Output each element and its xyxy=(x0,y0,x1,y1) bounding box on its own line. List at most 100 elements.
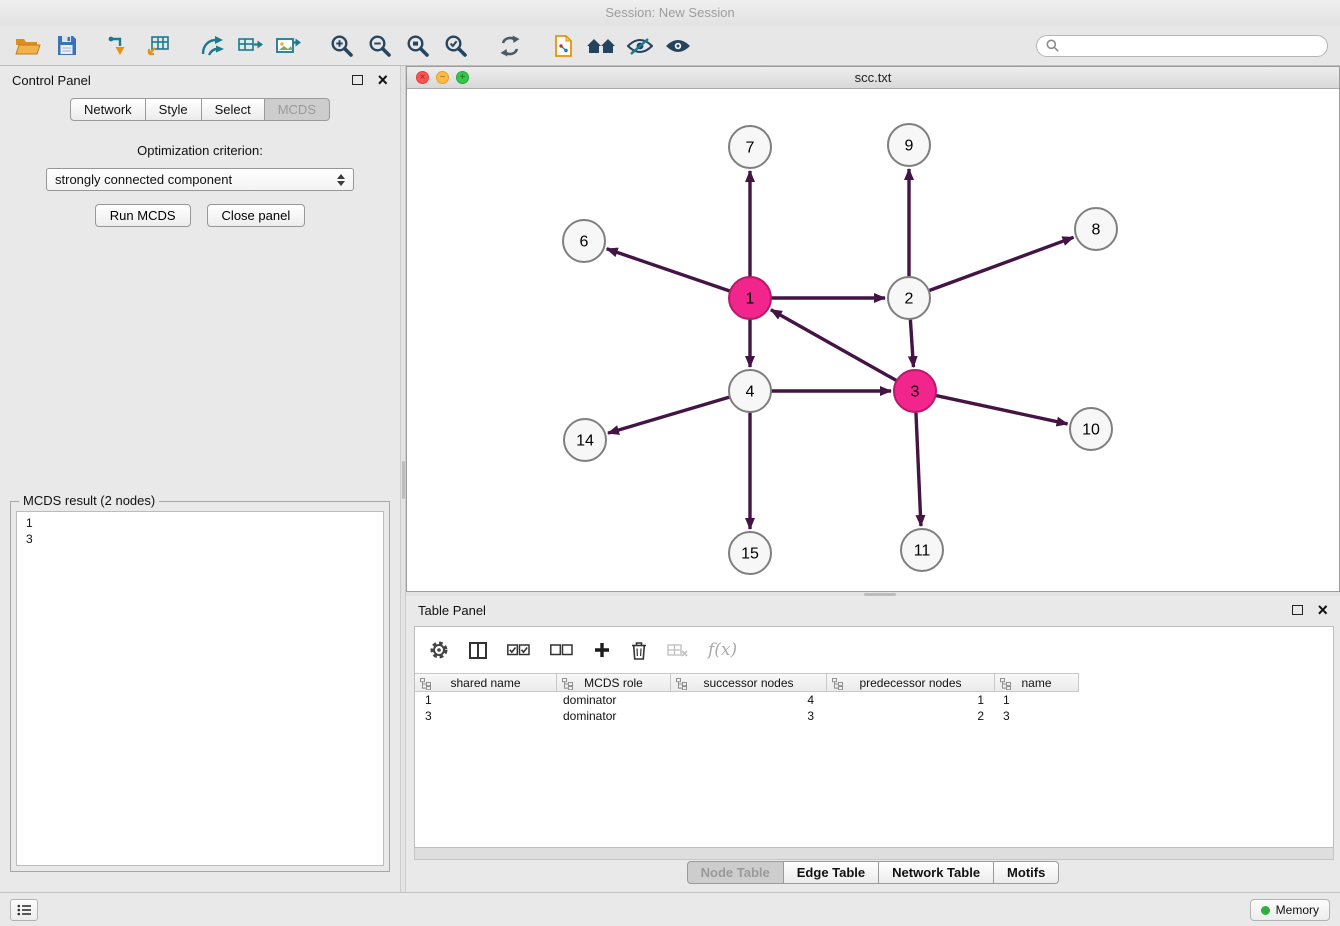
save-session-icon[interactable] xyxy=(50,30,82,62)
new-network-icon[interactable] xyxy=(196,30,228,62)
network-window-title: scc.txt xyxy=(855,70,892,85)
run-mcds-button[interactable]: Run MCDS xyxy=(95,204,191,227)
graph-node[interactable]: 8 xyxy=(1075,208,1117,250)
search-input[interactable] xyxy=(1065,39,1318,53)
function-builder-icon: f(x) xyxy=(708,640,737,660)
table-cell[interactable]: 1 xyxy=(827,693,995,707)
maximize-window-icon[interactable]: + xyxy=(456,71,469,84)
zoom-selected-icon[interactable] xyxy=(440,30,472,62)
table-cell[interactable]: 3 xyxy=(671,709,827,723)
float-panel-icon[interactable] xyxy=(352,75,363,85)
tab-network-table[interactable]: Network Table xyxy=(878,861,994,884)
search-icon xyxy=(1046,39,1059,52)
tab-mcds[interactable]: MCDS xyxy=(264,98,330,121)
table-cell[interactable]: 2 xyxy=(827,709,995,723)
mcds-result-group: MCDS result (2 nodes) 1 3 xyxy=(10,501,390,872)
graph-node[interactable]: 10 xyxy=(1070,408,1112,450)
export-table-icon[interactable] xyxy=(234,30,266,62)
graph-edge[interactable] xyxy=(771,310,899,382)
table-cell[interactable]: 3 xyxy=(995,709,1079,723)
open-session-icon[interactable] xyxy=(12,30,44,62)
style-preview-icon[interactable] xyxy=(624,30,656,62)
tab-node-table[interactable]: Node Table xyxy=(687,861,784,884)
tab-style[interactable]: Style xyxy=(145,98,202,121)
column-header-shared-name[interactable]: shared name xyxy=(415,674,557,691)
graph-edge[interactable] xyxy=(607,249,733,292)
minimize-window-icon[interactable]: − xyxy=(436,71,449,84)
mcds-result-title: MCDS result (2 nodes) xyxy=(19,493,159,508)
delete-column-trash-icon[interactable] xyxy=(631,641,647,660)
tab-motifs[interactable]: Motifs xyxy=(993,861,1059,884)
graph-edge[interactable] xyxy=(926,237,1074,291)
table-row[interactable]: 3 dominator 3 2 3 xyxy=(415,708,1333,724)
toolbar-search[interactable] xyxy=(1036,35,1328,57)
column-header-name[interactable]: name xyxy=(995,674,1079,691)
export-document-icon[interactable] xyxy=(548,30,580,62)
tab-network[interactable]: Network xyxy=(70,98,146,121)
table-cell[interactable]: 1 xyxy=(995,693,1079,707)
task-history-button[interactable] xyxy=(10,899,38,921)
table-cell[interactable]: 4 xyxy=(671,693,827,707)
graph-node-label: 7 xyxy=(746,140,755,157)
memory-button[interactable]: Memory xyxy=(1250,899,1330,921)
close-window-icon[interactable]: × xyxy=(416,71,429,84)
network-graph[interactable]: 7 9 6 8 1 2 4 3 10 14 15 11 xyxy=(407,89,1339,591)
table-settings-gear-icon[interactable] xyxy=(429,640,449,660)
show-columns-icon[interactable] xyxy=(469,642,487,659)
float-panel-icon[interactable] xyxy=(1292,605,1303,615)
zoom-in-icon[interactable] xyxy=(326,30,358,62)
attribute-icon xyxy=(420,678,431,690)
graph-node[interactable]: 3 xyxy=(894,370,936,412)
graph-edge[interactable] xyxy=(933,395,1068,424)
graph-node[interactable]: 2 xyxy=(888,277,930,319)
zoom-out-icon[interactable] xyxy=(364,30,396,62)
graph-node[interactable]: 14 xyxy=(564,419,606,461)
graph-edge[interactable] xyxy=(916,409,921,526)
column-header-predecessor-nodes[interactable]: predecessor nodes xyxy=(827,674,995,691)
table-panel-title: Table Panel xyxy=(418,603,486,618)
graph-edge[interactable] xyxy=(608,396,733,433)
home-icon[interactable] xyxy=(586,30,618,62)
close-panel-icon[interactable]: × xyxy=(1317,603,1328,617)
delete-table-icon xyxy=(667,643,688,657)
horizontal-scrollbar[interactable] xyxy=(414,848,1334,860)
table-cell[interactable]: 3 xyxy=(415,709,557,723)
table-cell[interactable]: dominator xyxy=(557,693,671,707)
table-row[interactable]: 1 dominator 4 1 1 xyxy=(415,692,1333,708)
network-canvas[interactable]: 7 9 6 8 1 2 4 3 10 14 15 11 xyxy=(407,89,1339,591)
splitter-grip[interactable] xyxy=(402,461,405,499)
add-column-icon[interactable] xyxy=(593,641,611,659)
unselect-all-icon[interactable] xyxy=(550,643,573,657)
graph-node[interactable]: 4 xyxy=(729,370,771,412)
close-panel-icon[interactable]: × xyxy=(377,73,388,87)
refresh-view-icon[interactable] xyxy=(494,30,526,62)
graph-node-label: 3 xyxy=(911,384,920,401)
export-image-icon[interactable] xyxy=(272,30,304,62)
criterion-value: strongly connected component xyxy=(55,172,232,187)
graph-node[interactable]: 7 xyxy=(729,126,771,168)
column-header-successor-nodes[interactable]: successor nodes xyxy=(671,674,827,691)
zoom-fit-icon[interactable] xyxy=(402,30,434,62)
table-cell[interactable]: dominator xyxy=(557,709,671,723)
table-cell[interactable]: 1 xyxy=(415,693,557,707)
graph-node-label: 10 xyxy=(1082,422,1100,439)
show-details-icon[interactable] xyxy=(662,30,694,62)
list-icon xyxy=(17,904,31,916)
dropdown-stepper-icon xyxy=(337,174,345,186)
select-all-icon[interactable] xyxy=(507,643,530,657)
criterion-dropdown[interactable]: strongly connected component xyxy=(46,168,354,191)
graph-node-label: 4 xyxy=(746,384,755,401)
result-line: 3 xyxy=(26,531,374,547)
column-header-mcds-role[interactable]: MCDS role xyxy=(557,674,671,691)
graph-node[interactable]: 6 xyxy=(563,220,605,262)
graph-edge[interactable] xyxy=(910,316,913,367)
graph-node[interactable]: 15 xyxy=(729,532,771,574)
import-network-icon[interactable] xyxy=(104,30,136,62)
tab-edge-table[interactable]: Edge Table xyxy=(783,861,879,884)
tab-select[interactable]: Select xyxy=(201,98,265,121)
close-panel-button[interactable]: Close panel xyxy=(207,204,306,227)
graph-node[interactable]: 9 xyxy=(888,124,930,166)
graph-node[interactable]: 11 xyxy=(901,529,943,571)
graph-node[interactable]: 1 xyxy=(729,277,771,319)
import-table-icon[interactable] xyxy=(142,30,174,62)
